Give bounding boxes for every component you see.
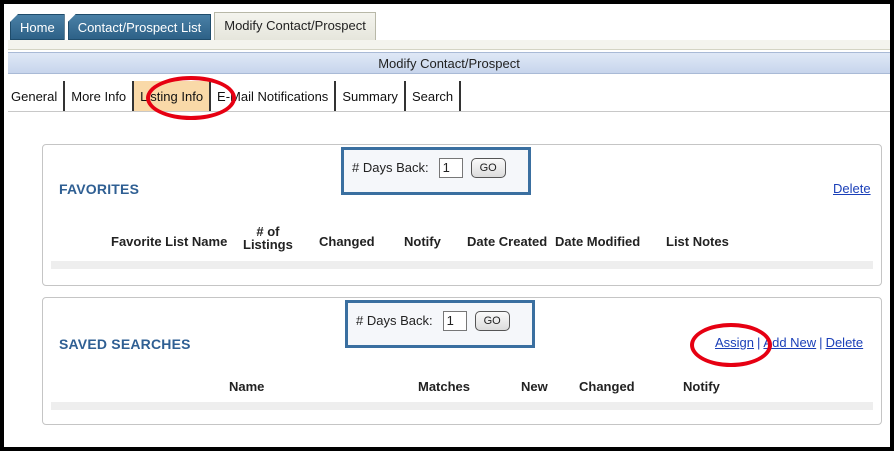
days-back-label: # Days Back: <box>356 313 433 328</box>
favorites-title: FAVORITES <box>59 181 140 197</box>
favorites-days-back-input[interactable]: 1 <box>438 158 463 178</box>
highlight-ring-assign <box>690 323 772 367</box>
sub-tab-divider <box>8 111 890 112</box>
column-number-of-listings: # of Listings <box>243 225 293 251</box>
saved-searches-days-back-box: # Days Back: 1 GO <box>345 300 535 348</box>
favorites-go-button[interactable]: GO <box>470 158 506 178</box>
column-notify: Notify <box>404 234 441 249</box>
tab-home[interactable]: Home <box>10 14 65 40</box>
column-favorite-list-name: Favorite List Name <box>111 234 228 249</box>
subtab-search[interactable]: Search <box>405 81 462 111</box>
saved-searches-title: SAVED SEARCHES <box>59 336 191 352</box>
saved-searches-empty-row <box>51 402 873 410</box>
subtab-general[interactable]: General <box>8 81 66 111</box>
column-date-modified: Date Modified <box>555 234 641 249</box>
column-changed: Changed <box>319 234 375 249</box>
saved-searches-go-button[interactable]: GO <box>474 311 510 331</box>
favorites-empty-row <box>51 261 873 269</box>
saved-searches-days-back-input[interactable]: 1 <box>442 311 467 331</box>
action-separator: | <box>819 335 823 350</box>
days-back-label: # Days Back: <box>352 160 429 175</box>
column-new: New <box>521 379 548 394</box>
favorites-delete-link[interactable]: Delete <box>833 181 871 196</box>
top-tab-bar: Home Contact/Prospect List Modify Contac… <box>10 12 379 40</box>
column-matches: Matches <box>418 379 471 394</box>
page-title: Modify Contact/Prospect <box>8 52 890 74</box>
column-list-notes: List Notes <box>666 234 729 249</box>
saved-searches-delete-link[interactable]: Delete <box>826 335 864 350</box>
tab-strip <box>8 40 890 50</box>
column-name: Name <box>229 379 265 394</box>
subtab-summary[interactable]: Summary <box>336 81 406 111</box>
column-changed: Changed <box>579 379 635 394</box>
highlight-ring-listing-info <box>146 76 236 120</box>
tab-contact-prospect-list[interactable]: Contact/Prospect List <box>67 14 212 40</box>
column-notify: Notify <box>683 379 720 394</box>
favorites-panel: FAVORITES # Days Back: 1 GO Delete Favor… <box>42 144 882 286</box>
column-date-created: Date Created <box>467 234 548 249</box>
tab-modify-contact-prospect[interactable]: Modify Contact/Prospect <box>214 12 376 40</box>
column-listings-line2: Listings <box>243 237 293 252</box>
subtab-more-info[interactable]: More Info <box>65 81 135 111</box>
application-window: Home Contact/Prospect List Modify Contac… <box>0 0 894 451</box>
favorites-days-back-box: # Days Back: 1 GO <box>341 147 531 195</box>
